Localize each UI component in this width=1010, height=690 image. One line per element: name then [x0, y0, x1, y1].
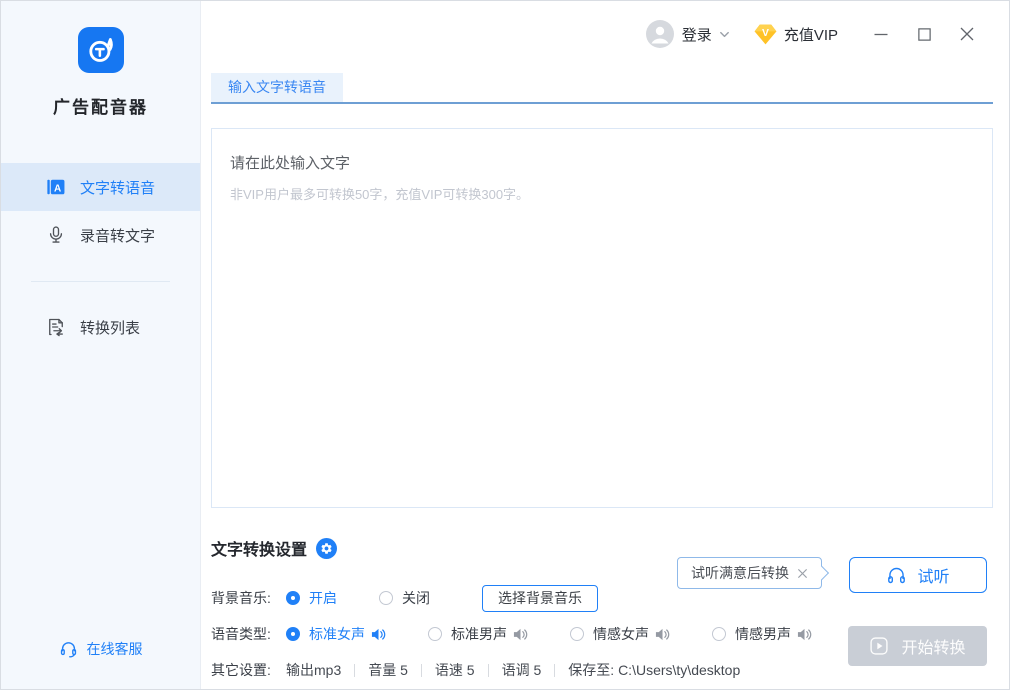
maximize-button[interactable]: [916, 26, 932, 42]
speaker-icon[interactable]: [797, 627, 812, 642]
sidebar-divider: [31, 281, 170, 282]
tooltip-close-icon[interactable]: [797, 568, 808, 579]
voice-type-label: 语音类型:: [211, 626, 271, 642]
tab-input-text-to-speech[interactable]: 输入文字转语音: [211, 73, 343, 102]
other-settings-values: 输出mp3 音量 5 语速 5 语调 5 保存至: C:\Users\ty\de…: [286, 660, 753, 680]
app-window: 广告配音器 A 文字转语音 录音转文字 转换列表 在线客服 登录 V 充值VIP…: [0, 0, 1010, 690]
save-path-value: 保存至: C:\Users\ty\desktop: [568, 662, 741, 678]
radio-icon: [379, 591, 393, 605]
app-logo-icon: [77, 27, 124, 73]
audition-label: 试听: [917, 569, 950, 586]
radio-bg-music-on[interactable]: 开启: [286, 588, 337, 608]
audition-button[interactable]: 试听: [849, 557, 987, 593]
headset-icon: [59, 640, 78, 659]
titlebar: 登录 V 充值VIP: [202, 1, 1009, 67]
sidebar-item-conversion-list[interactable]: 转换列表: [1, 303, 200, 351]
window-controls: [873, 26, 975, 42]
radio-icon: [286, 591, 300, 605]
headphones-icon: [886, 565, 907, 586]
speed-value: 语速 5: [434, 662, 475, 678]
close-button[interactable]: [959, 26, 975, 42]
sidebar-item-speech-to-text[interactable]: 录音转文字: [1, 211, 200, 259]
start-convert-button[interactable]: 开始转换: [848, 626, 987, 666]
translate-icon: A: [45, 176, 67, 198]
svg-text:V: V: [762, 28, 769, 39]
main-area: 登录 V 充值VIP 输入文字转语音 请在此处输入文字 非VIP用户最多可转换5…: [202, 1, 1009, 689]
other-settings-label: 其它设置:: [211, 662, 271, 678]
sidebar: 广告配音器 A 文字转语音 录音转文字 转换列表 在线客服: [1, 1, 201, 689]
gear-icon[interactable]: [316, 537, 338, 559]
customer-service-link[interactable]: 在线客服: [1, 639, 200, 659]
bg-music-label: 背景音乐:: [211, 590, 271, 606]
svg-text:A: A: [54, 183, 61, 194]
sidebar-item-label: 文字转语音: [80, 179, 156, 197]
volume-value: 音量 5: [368, 662, 408, 678]
radio-voice-emotional-female[interactable]: 情感女声: [570, 624, 670, 644]
audition-tooltip: 试听满意后转换: [677, 557, 830, 589]
editor-placeholder-hint: 非VIP用户最多可转换50字，充值VIP可转换300字。: [230, 187, 530, 202]
output-format-value: 输出mp3: [286, 662, 342, 678]
editor-placeholder-title: 请在此处输入文字: [230, 155, 351, 172]
sidebar-item-label: 录音转文字: [80, 227, 156, 245]
sidebar-item-label: 转换列表: [80, 319, 141, 337]
customer-service-label: 在线客服: [86, 641, 143, 657]
radio-voice-emotional-male[interactable]: 情感男声: [712, 624, 812, 644]
vip-gem-icon: V: [753, 23, 778, 46]
login-button[interactable]: 登录: [645, 20, 731, 48]
sidebar-menu: A 文字转语音 录音转文字 转换列表: [1, 163, 200, 351]
tooltip-text: 试听满意后转换: [691, 565, 789, 581]
speaker-icon[interactable]: [371, 627, 386, 642]
radio-icon: [428, 627, 442, 641]
radio-bg-music-off[interactable]: 关闭: [379, 588, 430, 608]
recharge-vip-button[interactable]: V 充值VIP: [753, 23, 838, 46]
recharge-vip-label: 充值VIP: [783, 26, 838, 44]
text-input-area[interactable]: 请在此处输入文字 非VIP用户最多可转换50字，充值VIP可转换300字。: [211, 128, 993, 508]
conversion-list-icon: [45, 316, 67, 338]
app-title: 广告配音器: [53, 98, 148, 117]
pitch-value: 语调 5: [501, 662, 542, 678]
settings-title: 文字转换设置: [211, 542, 308, 559]
login-label: 登录: [681, 26, 712, 44]
radio-icon: [286, 627, 300, 641]
radio-icon: [712, 627, 726, 641]
tab-underline: [211, 102, 993, 104]
microphone-icon: [45, 224, 67, 246]
avatar: [645, 20, 674, 48]
minimize-button[interactable]: [873, 26, 889, 42]
choose-bg-music-button[interactable]: 选择背景音乐: [482, 584, 598, 612]
radio-icon: [570, 627, 584, 641]
chevron-down-icon: [718, 28, 731, 41]
radio-voice-standard-female[interactable]: 标准女声: [286, 624, 386, 644]
speaker-icon[interactable]: [513, 627, 528, 642]
radio-voice-standard-male[interactable]: 标准男声: [428, 624, 528, 644]
convert-label: 开始转换: [901, 640, 966, 657]
play-icon: [869, 636, 889, 656]
speaker-icon[interactable]: [655, 627, 670, 642]
sidebar-item-text-to-speech[interactable]: A 文字转语音: [1, 163, 200, 211]
